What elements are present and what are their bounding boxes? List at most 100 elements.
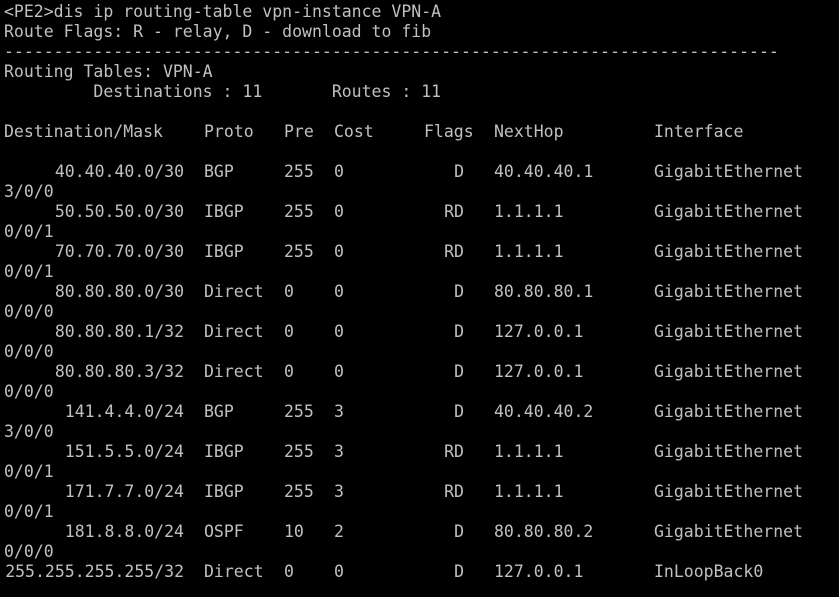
route-protocol: Direct [204,322,264,341]
route-nexthop: 40.40.40.2 [494,402,594,421]
route-preference: 255 [284,242,314,261]
route-interface-wrap: 0/0/1 [4,462,54,481]
table-row: 171.7.7.0/24 IBGP 255 3 RD 1.1.1.1 GigabitEthe… [4,482,839,502]
separator-line: ----------------------------------------… [4,42,779,61]
route-interface: GigabitEthernet [654,402,804,421]
route-flags: RD [444,442,464,461]
routing-tables-title: Routing Tables: VPN-A [4,62,213,81]
route-interface-wrap: 0/0/1 [4,502,54,521]
header-pre: Pre [284,122,314,141]
route-interface-wrap: 0/0/0 [4,302,54,321]
route-nexthop: 80.80.80.2 [494,522,594,541]
route-nexthop: 127.0.0.1 [494,362,584,381]
route-flags: RD [444,482,464,501]
route-destination: 151.5.5.0/24 [64,442,184,461]
route-interface: GigabitEthernet [654,482,804,501]
route-interface: InLoopBack0 [654,562,764,581]
route-preference: 255 [284,202,314,221]
route-protocol: BGP [204,402,234,421]
route-interface: GigabitEthernet [654,242,804,261]
route-preference: 0 [284,322,294,341]
route-preference: 255 [284,162,314,181]
route-nexthop: 80.80.80.1 [494,282,594,301]
route-preference: 255 [284,442,314,461]
table-row: 151.5.5.0/24 IBGP 255 3 RD 1.1.1.1 GigabitEthe… [4,442,839,462]
route-cost: 0 [334,282,344,301]
route-preference: 0 [284,562,294,581]
route-interface: GigabitEthernet [654,362,804,381]
route-interface: GigabitEthernet [654,322,804,341]
table-header: Destination/Mask Proto Pre Cost Flags Ne… [4,122,839,142]
header-nexthop: NextHop [494,122,564,141]
route-destination: 80.80.80.1/32 [54,322,184,341]
header-interface: Interface [654,122,744,141]
command-prompt-line: <PE2>dis ip routing-table vpn-instance V… [4,2,442,21]
route-interface-wrap: 3/0/0 [4,182,54,201]
route-cost: 0 [334,162,344,181]
route-interface-wrap: 3/0/0 [4,422,54,441]
table-row: 181.8.8.0/24 OSPF 10 2 D 80.80.80.2 GigabitEth… [4,522,839,542]
route-interface-wrap: 0/0/0 [4,342,54,361]
route-protocol: IBGP [204,242,244,261]
header-proto: Proto [204,122,254,141]
route-protocol: IBGP [204,202,244,221]
route-nexthop: 127.0.0.1 [494,562,584,581]
route-protocol: OSPF [204,522,244,541]
table-row: 80.80.80.3/32 Direct 0 0 D 127.0.0.1 GigabitEt… [4,362,839,382]
route-cost: 3 [334,442,344,461]
route-preference: 255 [284,402,314,421]
route-flags: RD [444,202,464,221]
route-destination: 40.40.40.0/30 [54,162,184,181]
table-row: 141.4.4.0/24 BGP 255 3 D 40.40.40.2 GigabitEth… [4,402,839,422]
route-preference: 0 [284,362,294,381]
route-nexthop: 1.1.1.1 [494,482,564,501]
route-preference: 0 [284,282,294,301]
route-flags-legend: Route Flags: R - relay, D - download to … [4,22,432,41]
route-flags: D [454,562,464,581]
route-cost: 0 [334,202,344,221]
route-flags: D [454,362,464,381]
route-protocol: IBGP [204,442,244,461]
header-destination: Destination/Mask [4,122,163,141]
route-destination: 141.4.4.0/24 [64,402,184,421]
route-protocol: Direct [204,362,264,381]
table-row: 80.80.80.0/30 Direct 0 0 D 80.80.80.1 GigabitE… [4,282,839,302]
terminal-window[interactable]: <PE2>dis ip routing-table vpn-instance V… [0,0,839,597]
route-nexthop: 1.1.1.1 [494,242,564,261]
route-destination: 80.80.80.0/30 [54,282,184,301]
route-table-body: 40.40.40.0/30 BGP 255 0 D 40.40.40.1 GigabitEt… [4,162,839,582]
route-cost: 3 [334,402,344,421]
route-cost: 0 [334,362,344,381]
route-interface-wrap: 0/0/1 [4,262,54,281]
route-destination: 255.255.255.255/32 [5,562,184,581]
route-cost: 0 [334,322,344,341]
route-destination: 171.7.7.0/24 [64,482,184,501]
table-row: 50.50.50.0/30 IBGP 255 0 RD 1.1.1.1 GigabitEth… [4,202,839,222]
route-flags: D [454,162,464,181]
route-protocol: IBGP [204,482,244,501]
route-destination: 70.70.70.0/30 [54,242,184,261]
route-cost: 3 [334,482,344,501]
table-row: 40.40.40.0/30 BGP 255 0 D 40.40.40.1 GigabitEt… [4,162,839,182]
route-interface: GigabitEthernet [654,282,804,301]
route-protocol: Direct [204,562,264,581]
route-flags: D [454,402,464,421]
route-cost: 0 [334,242,344,261]
header-cost: Cost [334,122,374,141]
route-nexthop: 40.40.40.1 [494,162,594,181]
route-flags: D [454,522,464,541]
header-flags: Flags [424,122,474,141]
route-interface: GigabitEthernet [654,522,804,541]
route-interface: GigabitEthernet [654,162,804,181]
table-row: 80.80.80.1/32 Direct 0 0 D 127.0.0.1 GigabitEt… [4,322,839,342]
route-interface-wrap: 0/0/0 [4,542,54,561]
route-interface: GigabitEthernet [654,202,804,221]
route-destination: 50.50.50.0/30 [54,202,184,221]
route-interface-wrap: 0/0/1 [4,222,54,241]
table-row: 70.70.70.0/30 IBGP 255 0 RD 1.1.1.1 GigabitEth… [4,242,839,262]
route-destination: 181.8.8.0/24 [64,522,184,541]
route-nexthop: 1.1.1.1 [494,442,564,461]
route-nexthop: 127.0.0.1 [494,322,584,341]
